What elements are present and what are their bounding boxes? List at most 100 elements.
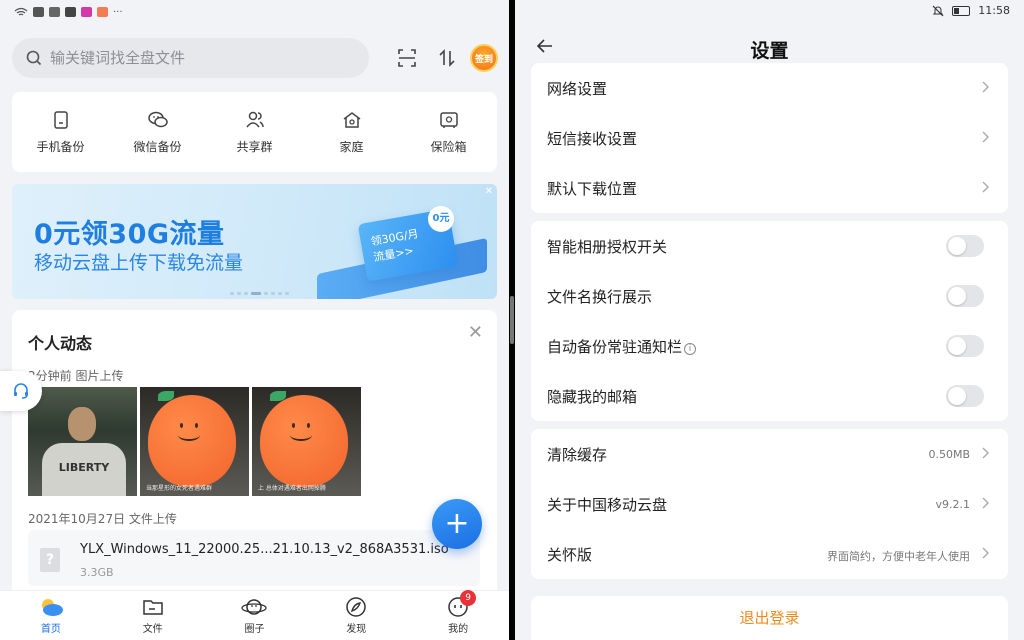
setting-label: 隐藏我的邮箱 (547, 388, 638, 406)
status-bar-right: 11:58 (932, 4, 1010, 17)
logout-label: 退出登录 (739, 609, 800, 627)
setting-row-clear-cache[interactable]: 清除缓存 0.50MB (531, 429, 1008, 479)
tab-profile[interactable]: 9 我的 (428, 590, 488, 635)
file-size: 3.3GB (80, 566, 114, 579)
quick-actions-card: 手机备份 微信备份 共享群 家庭 保险箱 (12, 92, 497, 172)
page-title: 设置 (750, 40, 789, 62)
quick-action-share-group[interactable]: 共享群 (210, 110, 300, 155)
tab-circle[interactable]: 圈子 (224, 596, 284, 635)
photo-thumbnail[interactable]: 当那星形的女死者遇难群 (140, 387, 249, 496)
setting-label: 文件名换行展示 (547, 288, 653, 306)
setting-label: 网络设置 (547, 80, 608, 98)
settings-group-about: 清除缓存 0.50MB 关于中国移动云盘 v9.2.1 关怀版 界面简约，方便中… (531, 429, 1008, 579)
setting-row-hide-email: 隐藏我的邮箱 (531, 371, 1008, 421)
logout-button[interactable]: 退出登录 (531, 596, 1008, 640)
tab-label: 发现 (346, 624, 367, 635)
battery-icon (952, 5, 971, 16)
signin-label: 签到 (474, 54, 493, 65)
search-icon (26, 50, 42, 66)
banner-subtitle: 移动云盘上传下载免流量 (34, 252, 244, 274)
quick-action-safe[interactable]: 保险箱 (404, 110, 494, 155)
banner-pagination (230, 292, 289, 295)
unknown-file-icon: ? (40, 548, 60, 572)
transfer-icon (439, 49, 455, 67)
quick-action-wechat-backup[interactable]: 微信备份 (113, 110, 203, 155)
upload-fab-button[interactable]: + (432, 499, 482, 549)
setting-row-about[interactable]: 关于中国移动云盘 v9.2.1 (531, 479, 1008, 529)
setting-row-network[interactable]: 网络设置 (531, 63, 1008, 113)
cat-icon (49, 7, 60, 17)
signin-button[interactable]: 签到 (470, 44, 498, 72)
chevron-right-icon (982, 181, 989, 193)
status-bar-left: ··· (14, 4, 123, 20)
photo-thumbnail[interactable]: 上 总体对遇难者出网掉腾 (252, 387, 361, 496)
game-app-icon (97, 7, 108, 17)
banner-close-icon[interactable]: ✕ (485, 186, 493, 197)
safe-icon (439, 111, 458, 128)
setting-label: 关于中国移动云盘 (547, 496, 668, 514)
promo-banner[interactable]: 0元领30G流量 移动云盘上传下载免流量 领30G/月 流量>> 0元 ✕ (12, 184, 497, 299)
split-drag-handle[interactable] (510, 296, 514, 344)
activity-title: 个人动态 (28, 334, 93, 353)
info-icon[interactable]: i (684, 343, 697, 355)
hide-email-toggle[interactable] (946, 385, 984, 407)
setting-label: 智能相册授权开关 (547, 238, 668, 256)
transfer-button[interactable] (435, 46, 459, 70)
quick-action-label: 家庭 (339, 139, 364, 154)
setting-row-sms[interactable]: 短信接收设置 (531, 113, 1008, 163)
mute-icon (932, 5, 944, 16)
search-input[interactable] (50, 49, 350, 67)
scan-button[interactable] (395, 46, 419, 70)
chevron-right-icon (982, 447, 989, 459)
thumbnail-caption: 上 总体对遇难者出网掉腾 (258, 485, 326, 492)
activity-meta-file: 2021年10月27日 文件上传 (28, 512, 177, 526)
setting-row-download-location[interactable]: 默认下载位置 (531, 163, 1008, 213)
group-icon (245, 111, 264, 127)
activity-meta-photos: 2分钟前 图片上传 (28, 369, 124, 383)
setting-label: 短信接收设置 (547, 130, 638, 148)
cache-size-value: 0.50MB (928, 448, 970, 461)
folder-icon (142, 600, 163, 615)
close-icon[interactable]: ✕ (468, 322, 483, 343)
file-name: YLX_Windows_11_22000.25...21.10.13_v2_86… (80, 542, 449, 557)
notification-badge: 9 (460, 590, 477, 606)
setting-row-smart-album: 智能相册授权开关 (531, 221, 1008, 271)
planet-icon (241, 599, 268, 615)
tab-discover[interactable]: 发现 (326, 596, 386, 635)
backup-notification-toggle[interactable] (946, 335, 984, 357)
thumbnail-caption: 当那星形的女死者遇难群 (146, 485, 213, 492)
banner-title: 0元领30G流量 (34, 219, 225, 250)
quick-action-phone-backup[interactable]: 手机备份 (16, 110, 106, 155)
thumbnail-shirt-text: LIBERTY (42, 443, 126, 496)
file-item[interactable]: ? YLX_Windows_11_22000.25...21.10.13_v2_… (28, 530, 480, 586)
settings-pane: 11:58 设置 网络设置 短信接收设置 默认下载位置 智能相册授权开关 文件名… (515, 0, 1024, 640)
activity-card: 个人动态 ✕ 2分钟前 图片上传 LIBERTY 当那星形的女死者遇难群 上 总… (12, 310, 497, 600)
chevron-right-icon (982, 81, 989, 93)
smart-album-toggle[interactable] (946, 235, 984, 257)
setting-label: 清除缓存 (547, 446, 608, 464)
home-icon (343, 111, 360, 128)
photo-thumbnail[interactable]: LIBERTY (28, 387, 137, 496)
scan-icon (398, 49, 416, 67)
wifi-icon (14, 7, 28, 16)
setting-row-care-mode[interactable]: 关怀版 界面简约，方便中老年人使用 (531, 529, 1008, 579)
version-value: v9.2.1 (935, 498, 971, 511)
tab-home[interactable]: 首页 (21, 596, 81, 635)
wechat-icon (147, 111, 168, 127)
customer-service-button[interactable] (0, 371, 42, 411)
search-bar[interactable] (12, 38, 369, 78)
bottom-tab-bar: 首页 文件 圈子 发现 9 我的 (0, 590, 509, 640)
tab-label: 首页 (40, 624, 61, 635)
more-notifications-icon: ··· (113, 6, 123, 18)
tab-label: 圈子 (244, 624, 265, 635)
status-time: 11:58 (978, 4, 1010, 17)
settings-group-general: 网络设置 短信接收设置 默认下载位置 (531, 63, 1008, 213)
filename-wrap-toggle[interactable] (946, 285, 984, 307)
left-pane: ··· 签到 手机备份 微信备份 共享群 家庭 保险箱 (0, 0, 509, 640)
quick-action-family[interactable]: 家庭 (307, 110, 397, 155)
tab-files[interactable]: 文件 (123, 596, 183, 635)
chevron-right-icon (982, 131, 989, 143)
care-mode-description: 界面简约，方便中老年人使用 (827, 550, 970, 563)
video-icon (33, 7, 44, 17)
tab-label: 文件 (142, 624, 163, 635)
